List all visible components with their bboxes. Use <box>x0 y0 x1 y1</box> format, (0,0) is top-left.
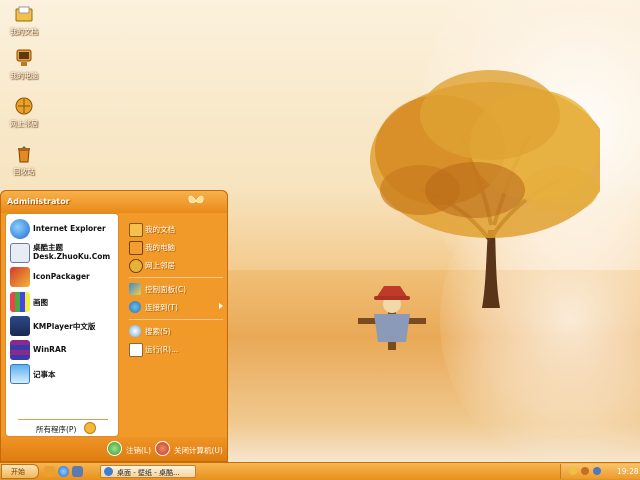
browser-window-icon <box>104 467 113 476</box>
place-connect-to[interactable]: 连接到(T) <box>127 299 227 315</box>
start-menu-places: 我的文档 我的电脑 网上邻居 控制面板(C) 连接到(T) 搜索(S) 运行(R… <box>121 213 227 437</box>
user-name: Administrator <box>7 197 70 206</box>
separator <box>18 419 108 420</box>
place-label: 我的电脑 <box>145 243 175 252</box>
taskbar: 开始 桌面 - 壁纸 - 桌酷... 19:28 <box>0 462 640 480</box>
pinned-item-notepad[interactable]: 记事本 <box>8 363 118 385</box>
start-menu-header: Administrator <box>1 191 227 213</box>
pinned-item-internet-explorer[interactable]: Internet Explorer <box>8 218 118 240</box>
place-search[interactable]: 搜索(S) <box>127 323 227 339</box>
desktop-icon-recycle-bin[interactable]: 回收站 <box>2 144 46 177</box>
zhuoku-theme-icon <box>10 243 30 263</box>
submenu-arrow-icon <box>219 303 223 309</box>
my-documents-icon <box>15 6 33 22</box>
desktop-icon-label: 回收站 <box>13 168 35 176</box>
show-desktop-icon[interactable] <box>44 466 55 477</box>
paint-icon <box>10 292 30 312</box>
taskbar-window-title: 桌面 - 壁纸 - 桌酷... <box>117 469 180 477</box>
desktop-icon-label: 网上邻居 <box>10 120 38 128</box>
network-places-icon <box>129 259 143 273</box>
internet-explorer-icon <box>10 219 30 239</box>
taskbar-window-button[interactable]: 桌面 - 壁纸 - 桌酷... <box>100 465 196 478</box>
run-icon <box>129 343 143 357</box>
place-network-places[interactable]: 网上邻居 <box>127 257 227 273</box>
pinned-item-label: 画图 <box>33 298 48 307</box>
pinned-item-subtitle: Desk.ZhuoKu.Com <box>33 252 111 261</box>
logoff-icon <box>107 441 122 456</box>
clock[interactable]: 19:28 <box>617 467 639 476</box>
internet-explorer-icon[interactable] <box>58 466 69 477</box>
place-label: 控制面板(C) <box>145 285 187 294</box>
start-button[interactable]: 开始 <box>1 464 39 479</box>
place-label: 搜索(S) <box>145 327 171 336</box>
my-documents-icon <box>129 223 143 237</box>
place-my-documents[interactable]: 我的文档 <box>127 221 227 237</box>
scarecrow-image <box>358 286 426 350</box>
place-my-computer[interactable]: 我的电脑 <box>127 239 227 255</box>
pinned-item-label: KMPlayer中文版 <box>33 322 96 331</box>
shutdown-label: 关闭计算机(U) <box>174 446 223 455</box>
desktop-icon-my-documents[interactable]: 我的文档 <box>2 4 46 37</box>
pinned-item-kmplayer[interactable]: KMPlayer中文版 <box>8 315 118 337</box>
autumn-tree-image <box>370 70 600 308</box>
desktop-wallpaper: 我的文档 我的电脑 网上邻居 回收站 Administrator Interne… <box>0 0 640 462</box>
network-places-icon <box>15 97 33 115</box>
pinned-item-label: WinRAR <box>33 345 67 354</box>
tray-app-icon[interactable] <box>569 467 577 475</box>
media-player-icon[interactable] <box>72 466 83 477</box>
pinned-item-label: 桌酷主题 Desk.ZhuoKu.Com <box>33 243 110 261</box>
separator <box>129 277 223 278</box>
iconpackager-icon <box>10 267 30 287</box>
pinned-item-label: IconPackager <box>33 272 90 281</box>
separator <box>129 319 223 320</box>
notepad-icon <box>10 364 30 384</box>
connect-to-icon <box>129 301 141 313</box>
power-icon <box>155 441 170 456</box>
pinned-item-paint[interactable]: 画图 <box>8 291 118 313</box>
start-menu: Administrator Internet Explorer 桌酷主题 Desk… <box>0 190 228 462</box>
place-label: 我的文档 <box>145 225 175 234</box>
pinned-item-winrar[interactable]: WinRAR <box>8 339 118 361</box>
desktop-icon-label: 我的文档 <box>10 28 38 36</box>
recycle-bin-icon <box>18 146 30 163</box>
logoff-label: 注销(L) <box>126 446 152 455</box>
place-label: 连接到(T) <box>145 303 178 312</box>
place-label: 运行(R)... <box>145 345 179 354</box>
my-computer-icon <box>16 49 32 66</box>
start-menu-footer: 注销(L) 关闭计算机(U) <box>1 437 227 461</box>
pinned-item-iconpackager[interactable]: IconPackager <box>8 266 118 288</box>
kmplayer-icon <box>10 316 30 336</box>
winrar-icon <box>10 340 30 360</box>
tray-network-icon[interactable] <box>593 467 601 475</box>
place-control-panel[interactable]: 控制面板(C) <box>127 281 227 297</box>
arrow-right-icon <box>84 422 96 434</box>
search-icon <box>129 325 141 337</box>
desktop-icon-network-places[interactable]: 网上邻居 <box>2 96 46 129</box>
control-panel-icon <box>129 283 141 295</box>
all-programs-button[interactable]: 所有程序(P) <box>36 424 76 435</box>
tray-volume-icon[interactable] <box>581 467 589 475</box>
butterfly-logo-icon <box>188 195 204 204</box>
place-label: 网上邻居 <box>145 261 175 270</box>
pinned-item-label: Internet Explorer <box>33 224 106 233</box>
pinned-item-title: 桌酷主题 <box>33 243 63 252</box>
place-run[interactable]: 运行(R)... <box>127 341 227 357</box>
start-menu-programs: Internet Explorer 桌酷主题 Desk.ZhuoKu.Com Ic… <box>5 213 119 437</box>
my-computer-icon <box>129 241 143 255</box>
pinned-item-label: 记事本 <box>33 370 56 379</box>
start-label: 开始 <box>11 468 25 476</box>
desktop-icon-label: 我的电脑 <box>10 72 38 80</box>
desktop-icon-my-computer[interactable]: 我的电脑 <box>2 48 46 81</box>
pinned-item-zhuoku-theme[interactable]: 桌酷主题 Desk.ZhuoKu.Com <box>8 242 118 264</box>
system-tray: 19:28 <box>560 464 640 479</box>
